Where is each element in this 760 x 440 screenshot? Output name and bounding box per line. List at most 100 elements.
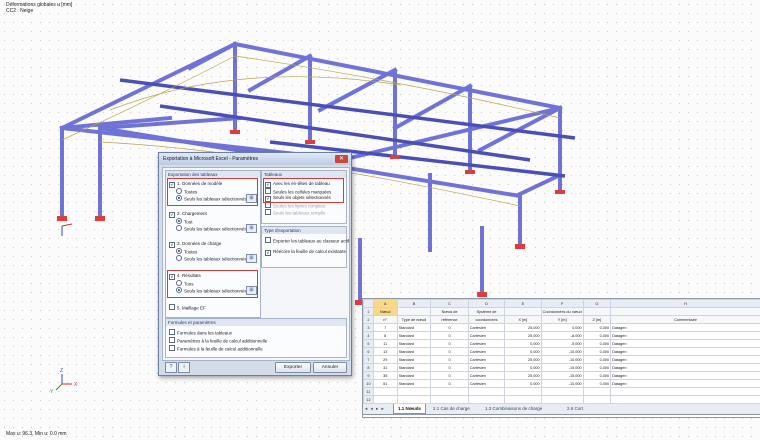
cell[interactable]: 0,000: [582, 323, 612, 332]
cell[interactable]: [372, 395, 398, 404]
cell[interactable]: 0: [430, 339, 469, 348]
cell[interactable]: 0,000: [582, 331, 612, 340]
cell[interactable]: 0,000: [582, 355, 612, 364]
cell[interactable]: Datagen: [610, 339, 760, 348]
section-fe-mesh[interactable]: 5. Maillage EF: [169, 304, 206, 312]
cell[interactable]: Type de nœud: [396, 315, 432, 324]
cell[interactable]: Standard: [396, 355, 432, 364]
cell[interactable]: 0,000: [504, 347, 542, 356]
cell[interactable]: Datagen: [610, 363, 760, 372]
cell[interactable]: 0,000: [540, 323, 584, 332]
cell[interactable]: Z [m]: [582, 315, 612, 324]
cell[interactable]: coordonnées: [467, 315, 506, 324]
cell[interactable]: Nœud de: [430, 307, 469, 316]
cell[interactable]: 35: [372, 371, 398, 380]
cell[interactable]: [430, 395, 469, 404]
cell[interactable]: -15,000: [540, 363, 584, 372]
cell[interactable]: 0: [430, 347, 469, 356]
export-button[interactable]: Exporter: [275, 362, 311, 373]
cell[interactable]: 25,000: [504, 323, 542, 332]
cell[interactable]: [540, 395, 584, 404]
cell[interactable]: 51: [372, 379, 398, 388]
cell[interactable]: 13: [372, 347, 398, 356]
col-header-g[interactable]: G: [582, 299, 612, 308]
section-load-data[interactable]: ✔ 3. Données de charge: [169, 241, 221, 248]
select-tables-icon[interactable]: ⊞: [246, 224, 257, 233]
option-overwrite-sheet[interactable]: ✔ Réécrire la feuille de calcul existante: [265, 249, 346, 256]
cell[interactable]: Cartésien: [467, 323, 506, 332]
option-params-extra-sheet[interactable]: Paramètres à la feuille de calcul additi…: [169, 337, 267, 345]
excel-sheet[interactable]: A B C D E F G H 1 Nœud Nœud de Système d…: [362, 298, 760, 418]
cell[interactable]: [504, 387, 542, 396]
cell[interactable]: 8: [372, 331, 398, 340]
cell[interactable]: Datagen: [610, 331, 760, 340]
cell[interactable]: Cartésien: [467, 331, 506, 340]
cell[interactable]: Cartésien: [467, 363, 506, 372]
cancel-button[interactable]: Annuler: [313, 362, 347, 373]
row-header[interactable]: 10: [363, 379, 374, 388]
cell[interactable]: 25,000: [504, 331, 542, 340]
cell[interactable]: Standard: [396, 379, 432, 388]
cell[interactable]: [582, 307, 612, 316]
close-icon[interactable]: ✕: [335, 155, 348, 163]
cell[interactable]: Datagen: [610, 371, 760, 380]
row-header[interactable]: 2: [363, 315, 374, 324]
tab-sections[interactable]: 2.6 Cort: [563, 404, 587, 413]
cell[interactable]: 31: [372, 363, 398, 372]
cell[interactable]: [582, 387, 612, 396]
option-formulas-extra-sheet[interactable]: Formules à la feuille de calcul addition…: [169, 345, 263, 353]
cell[interactable]: Datagen: [610, 347, 760, 356]
cell[interactable]: Standard: [396, 347, 432, 356]
cell[interactable]: [467, 387, 506, 396]
option-formulas-in-tables[interactable]: Formules dans les tableaux: [169, 329, 232, 337]
cell[interactable]: 0,000: [582, 371, 612, 380]
cell[interactable]: 0: [430, 363, 469, 372]
col-header-c[interactable]: C: [430, 299, 469, 308]
cell[interactable]: Datagen: [610, 355, 760, 364]
cell[interactable]: Cartésien: [467, 347, 506, 356]
cell[interactable]: Commentaire: [610, 315, 760, 324]
cell[interactable]: [396, 395, 432, 404]
sheet-grid[interactable]: A B C D E F G H 1 Nœud Nœud de Système d…: [363, 299, 760, 404]
cell[interactable]: Cartésien: [467, 379, 506, 388]
cell[interactable]: 29: [372, 355, 398, 364]
col-header-d[interactable]: D: [467, 299, 506, 308]
dialog-titlebar[interactable]: Exportation à Microsoft Excel - Paramètr…: [159, 153, 351, 165]
cell[interactable]: Cartésien: [467, 339, 506, 348]
row-header[interactable]: 4: [363, 331, 374, 340]
cell[interactable]: -5,000: [540, 339, 584, 348]
cell[interactable]: [610, 307, 760, 316]
row-header[interactable]: 9: [363, 371, 374, 380]
help-icon[interactable]: ?: [165, 362, 177, 373]
col-header-a[interactable]: A: [372, 299, 398, 308]
cell[interactable]: 0: [430, 379, 469, 388]
cell[interactable]: 0,000: [582, 379, 612, 388]
cell[interactable]: 0,000: [504, 339, 542, 348]
row-header[interactable]: 1: [363, 307, 374, 316]
cell[interactable]: Système de: [467, 307, 506, 316]
cell[interactable]: référence: [430, 315, 469, 324]
col-header-e[interactable]: E: [504, 299, 542, 308]
tab-load-cases[interactable]: 2.1 Cas de charge: [429, 404, 474, 413]
cell[interactable]: [582, 395, 612, 404]
cell[interactable]: 0: [430, 331, 469, 340]
cell[interactable]: 0,000: [504, 379, 542, 388]
cell[interactable]: [610, 395, 760, 404]
cell[interactable]: 0: [430, 355, 469, 364]
row-header[interactable]: 6: [363, 347, 374, 356]
cell[interactable]: 11: [372, 339, 398, 348]
cell[interactable]: [396, 387, 432, 396]
col-header-f[interactable]: F: [540, 299, 584, 308]
tab-load-combinations[interactable]: 1.3 Combinaisons de charge: [481, 404, 546, 413]
row-header[interactable]: 8: [363, 363, 374, 372]
cell[interactable]: -10,000: [540, 379, 584, 388]
cell[interactable]: [504, 395, 542, 404]
sheet-nav-arrows[interactable]: ◂ ◂ ▸ ▸: [365, 404, 385, 413]
cell[interactable]: Cartésien: [467, 371, 506, 380]
row-header[interactable]: 11: [363, 387, 374, 396]
cell[interactable]: 0,000: [582, 339, 612, 348]
cell[interactable]: -10,000: [540, 347, 584, 356]
cell[interactable]: Datagen: [610, 379, 760, 388]
cell[interactable]: Coordonnées du nœud: [540, 307, 584, 316]
radio-loading-selected[interactable]: Seuls les tableaux sélectionnés: [176, 225, 247, 233]
